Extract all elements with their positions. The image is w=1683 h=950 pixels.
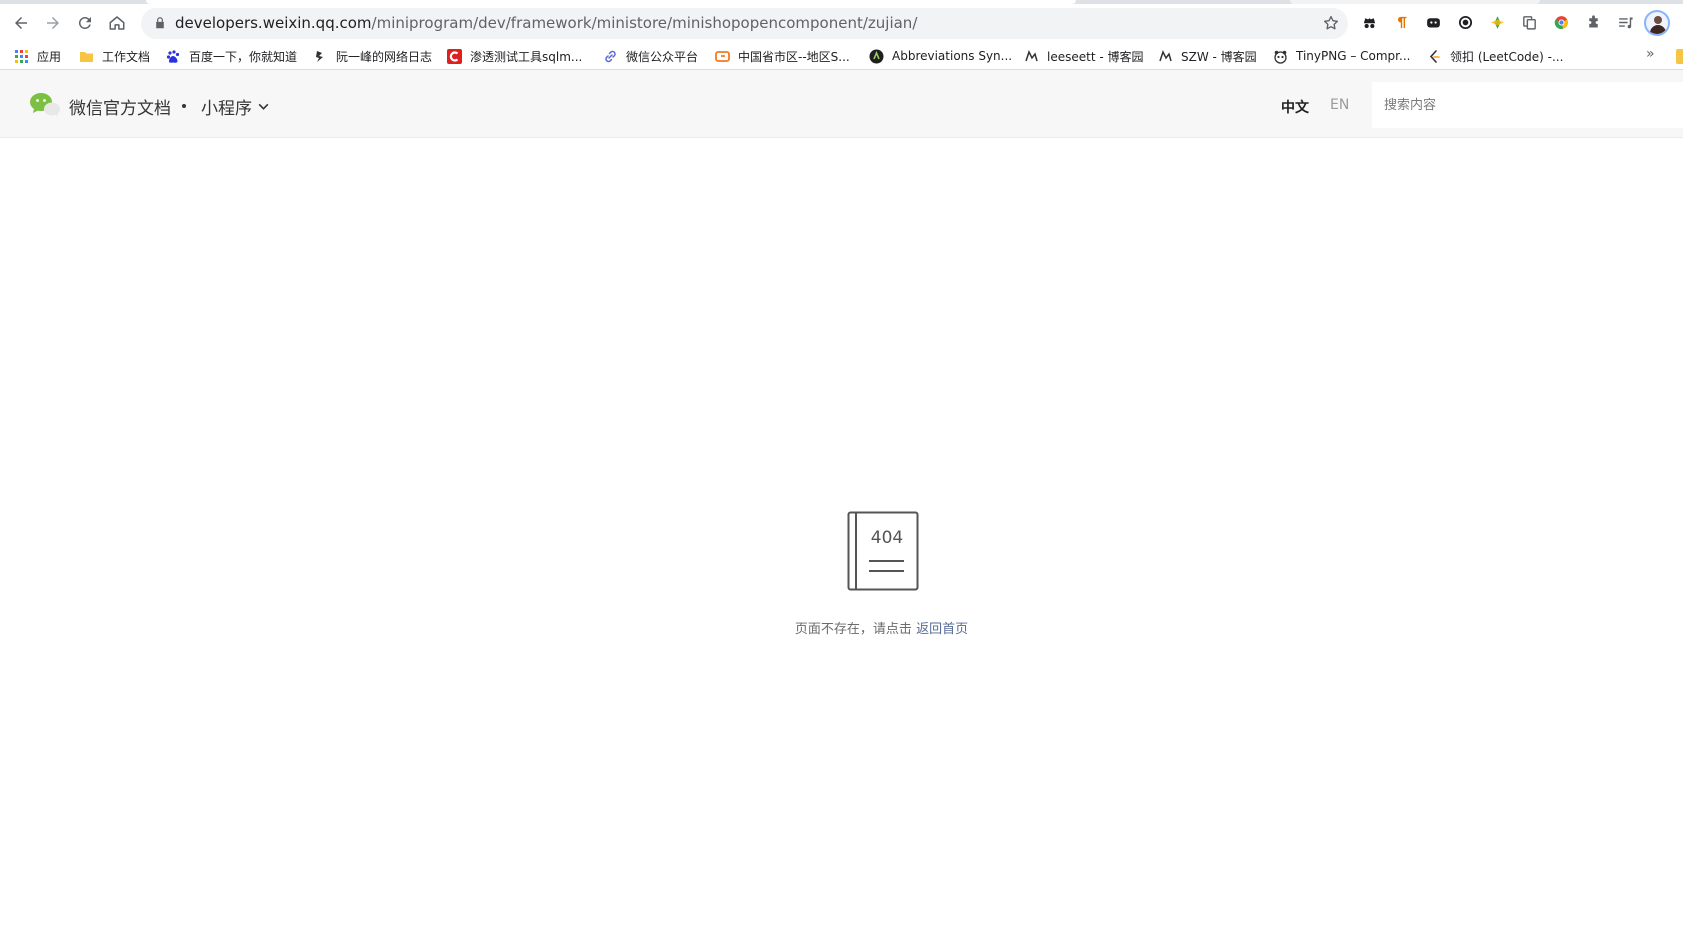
- bookmark-leeseett-cnblogs[interactable]: leeseett - 博客园: [1024, 47, 1144, 65]
- lock-icon[interactable]: [153, 16, 167, 30]
- bookmark-star-icon[interactable]: [1322, 14, 1340, 32]
- bookmark-label: TinyPNG – Compr...: [1296, 49, 1411, 63]
- profile-avatar[interactable]: [1644, 10, 1670, 36]
- bookmark-label: 中国省市区--地区S...: [738, 49, 850, 64]
- back-to-home-link[interactable]: 返回首页: [916, 622, 968, 637]
- back-button[interactable]: [8, 10, 34, 36]
- address-bar[interactable]: developers.weixin.qq.com/miniprogram/dev…: [141, 8, 1348, 39]
- bookmark-china-regions[interactable]: 中国省市区--地区S...: [715, 47, 850, 65]
- browser-toolbar: developers.weixin.qq.com/miniprogram/dev…: [0, 4, 1683, 42]
- forward-icon: [47, 17, 59, 29]
- cnblogs-icon: [1024, 49, 1039, 64]
- cnblogs-icon: [1158, 49, 1173, 64]
- reading-list-icon[interactable]: [1616, 13, 1634, 31]
- copy-icon[interactable]: [1520, 13, 1538, 31]
- apps-grid-icon: [14, 49, 29, 64]
- bookmark-label: 阮一峰的网络日志: [336, 49, 433, 64]
- back-icon: [15, 17, 27, 29]
- error-code: 404: [871, 528, 903, 548]
- search-input[interactable]: [1372, 82, 1683, 128]
- bookmark-leetcode[interactable]: 领扣 (LeetCode) -...: [1427, 47, 1563, 65]
- diamond-icon[interactable]: [1488, 13, 1506, 31]
- leetcode-icon: [1427, 49, 1442, 64]
- bookmarks-bar: 应用 工作文档 百度一下，你就知道 阮一峰的网络日志 渗透测试工具sqlm...…: [0, 42, 1683, 70]
- not-found-message: 页面不存在，请点击 返回首页: [0, 618, 1683, 637]
- bookmark-label: Abbreviations Syn...: [892, 49, 1013, 63]
- reload-icon: [78, 16, 91, 29]
- home-icon: [109, 16, 125, 30]
- avatar-head: [1654, 16, 1662, 24]
- forward-button[interactable]: [40, 10, 66, 36]
- incognito-hat-icon[interactable]: [1360, 13, 1378, 31]
- bookmark-label: 应用: [37, 49, 62, 64]
- chrome-logo-icon[interactable]: [1552, 13, 1570, 31]
- avatar-shoulders: [1650, 25, 1666, 34]
- wechat-logo-icon[interactable]: [29, 92, 61, 118]
- csdn-icon: [447, 48, 462, 64]
- bookmark-tinypng[interactable]: TinyPNG – Compr...: [1273, 47, 1410, 65]
- record-icon[interactable]: [1456, 13, 1474, 31]
- bookmark-label: leeseett - 博客园: [1047, 49, 1144, 64]
- title-separator-dot: [182, 104, 186, 108]
- bookmark-baidu[interactable]: 百度一下，你就知道: [166, 47, 297, 65]
- tinypng-panda-icon: [1273, 49, 1288, 64]
- bookmark-csdn-sqlmap[interactable]: 渗透测试工具sqlm...: [447, 47, 582, 65]
- url-host: developers.weixin.qq.com: [175, 14, 372, 32]
- bookmark-szw-cnblogs[interactable]: SZW - 博客园: [1158, 47, 1257, 65]
- site-title[interactable]: 微信官方文档: [69, 94, 171, 119]
- bookmark-ruanyifeng[interactable]: 阮一峰的网络日志: [313, 47, 432, 65]
- product-label: 小程序: [201, 99, 252, 119]
- other-bookmarks-folder-icon[interactable]: [1676, 49, 1683, 64]
- code-bracket-icon: [715, 49, 730, 64]
- bookmark-folder-work-docs[interactable]: 工作文档: [79, 47, 150, 65]
- bookmarks-overflow-button[interactable]: »: [1646, 46, 1655, 62]
- product-switcher[interactable]: 小程序: [201, 94, 270, 119]
- bookmark-label: 微信公众平台: [626, 49, 699, 64]
- baidu-paw-icon: [166, 49, 181, 64]
- link-icon: [603, 49, 618, 64]
- bookmark-label: SZW - 博客园: [1181, 49, 1257, 64]
- bookmark-wechat-mp[interactable]: 微信公众平台: [603, 47, 698, 65]
- bookmark-label: 渗透测试工具sqlm...: [470, 49, 583, 64]
- bookmark-apps[interactable]: 应用: [14, 47, 61, 65]
- url-text[interactable]: developers.weixin.qq.com/miniprogram/dev…: [175, 14, 917, 33]
- bookmark-label: 百度一下，你就知道: [189, 49, 298, 64]
- url-path: /miniprogram/dev/framework/ministore/min…: [371, 14, 918, 32]
- lang-en-link[interactable]: EN: [1330, 97, 1349, 113]
- not-found-text: 页面不存在，请点击: [794, 622, 912, 637]
- bookmark-label: 领扣 (LeetCode) -...: [1450, 49, 1564, 64]
- game-controller-icon[interactable]: [1424, 13, 1442, 31]
- puzzle-icon[interactable]: [1584, 13, 1602, 31]
- ruanyifeng-icon: [313, 49, 328, 64]
- home-button[interactable]: [104, 10, 130, 36]
- lang-zh-link[interactable]: 中文: [1281, 97, 1309, 117]
- folder-icon: [79, 49, 94, 64]
- book-404-icon: 404: [847, 511, 919, 591]
- pilcrow-icon[interactable]: [1392, 13, 1410, 31]
- bookmark-abbreviations[interactable]: Abbreviations Syn...: [869, 47, 1012, 65]
- reload-button[interactable]: [72, 10, 98, 36]
- chevron-down-icon: [258, 103, 269, 110]
- site-header: 微信官方文档 小程序 中文 EN: [0, 70, 1683, 138]
- bookmark-label: 工作文档: [102, 49, 151, 64]
- abbreviations-icon: [869, 49, 884, 64]
